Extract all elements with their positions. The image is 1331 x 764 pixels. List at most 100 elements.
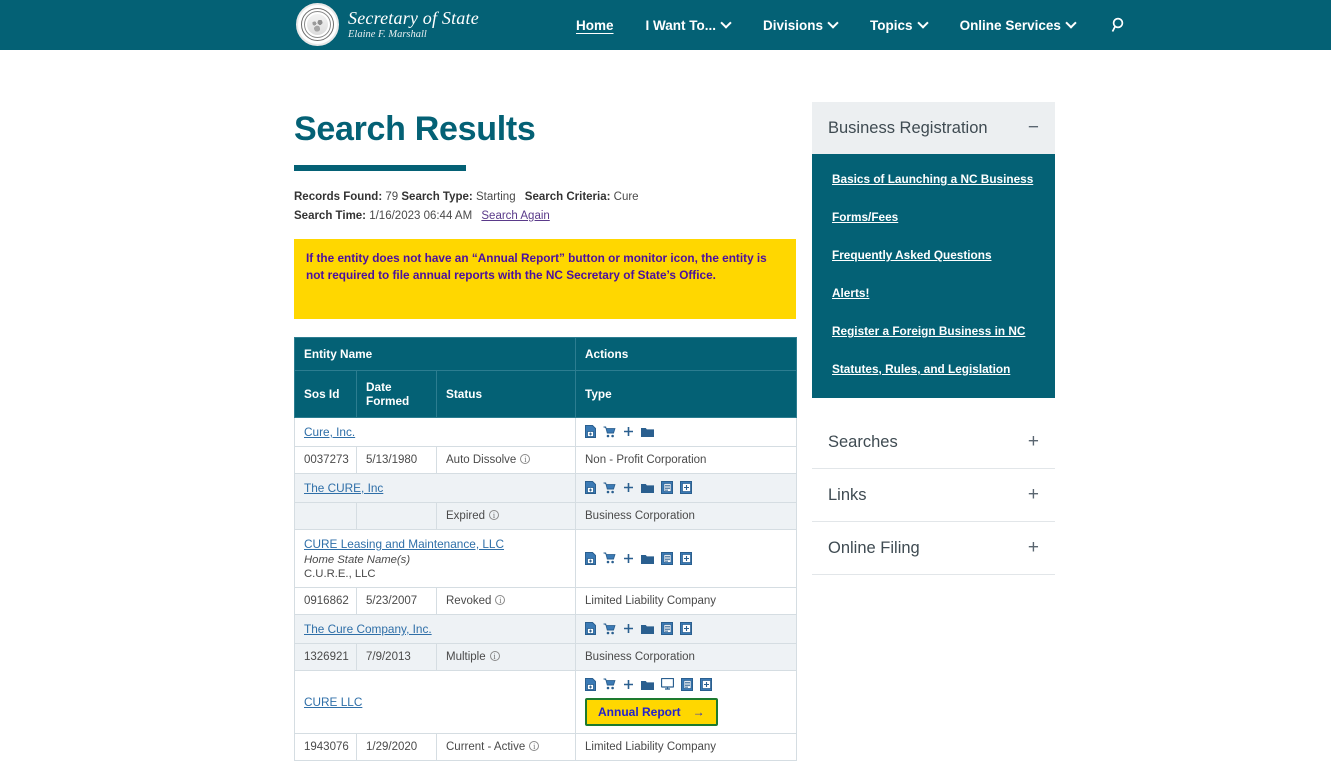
entity-name-link[interactable]: The CURE, Inc [304, 481, 383, 495]
table-row-entity: CURE LLC Annual Report → [294, 669, 797, 734]
accordion-links-header[interactable]: Links + [812, 469, 1055, 522]
sidebar-link[interactable]: Basics of Launching a NC Business [832, 172, 1035, 186]
info-icon[interactable]: i [489, 650, 500, 661]
chevron-down-icon [722, 19, 731, 28]
sidebar-link[interactable]: Statutes, Rules, and Legislation [832, 362, 1035, 376]
accordion-searches-header[interactable]: Searches + [812, 416, 1055, 469]
search-time-value: 1/16/2023 06:44 AM [369, 209, 473, 222]
accordion-title: Links [828, 485, 867, 504]
accordion-title: Searches [828, 432, 898, 451]
entity-name-link[interactable]: The Cure Company, Inc. [304, 622, 432, 636]
folder-icon[interactable] [641, 679, 654, 690]
brand-logo[interactable]: Secretary of State Elaine F. Marshall [296, 3, 479, 46]
file-add-icon[interactable] [585, 551, 596, 565]
nav-item-topics[interactable]: Topics [854, 0, 944, 50]
nav-item-i-want-to[interactable]: I Want To... [630, 0, 748, 50]
document-list-icon[interactable] [661, 551, 673, 565]
nav-item-online-services[interactable]: Online Services [944, 0, 1092, 50]
plus-icon[interactable] [623, 623, 634, 634]
annual-report-notice: If the entity does not have an “Annual R… [294, 238, 796, 319]
nav-item-divisions[interactable]: Divisions [747, 0, 854, 50]
info-icon[interactable]: i [489, 509, 499, 520]
entity-name-cell: The CURE, Inc [294, 472, 576, 503]
arrow-right-icon: → [692, 704, 705, 719]
entity-name-link[interactable]: CURE Leasing and Maintenance, LLC [304, 537, 504, 551]
sidebar-link[interactable]: Forms/Fees [832, 210, 1035, 224]
action-icon-bar [585, 677, 787, 691]
records-found-label: Records Found: [294, 191, 383, 203]
file-add-icon[interactable] [585, 622, 596, 636]
search-meta-line-2: Search Time: 1/16/2023 06:44 AM Search A… [294, 207, 796, 226]
folder-icon[interactable] [641, 426, 654, 438]
table-row-details: Expired i Business Corporation [294, 501, 797, 530]
document-add-icon[interactable] [680, 622, 692, 636]
sos-id-cell: 0916862 [294, 586, 357, 615]
shopping-cart-icon[interactable] [603, 678, 616, 690]
shopping-cart-icon[interactable] [603, 623, 616, 635]
actions-cell [575, 416, 797, 447]
table-header-row-2: Sos Id Date Formed Status Type [294, 369, 797, 418]
info-icon[interactable]: i [529, 740, 540, 751]
column-header-date-formed: Date Formed [356, 369, 437, 418]
date-formed-cell: 7/9/2013 [356, 642, 437, 671]
sos-id-cell: 1943076 [294, 732, 357, 761]
entity-name-link[interactable]: CURE LLC [304, 695, 362, 709]
nav-item-label: Home [576, 17, 614, 33]
shopping-cart-icon[interactable] [603, 426, 616, 438]
document-add-icon[interactable] [680, 481, 692, 495]
actions-cell [575, 528, 797, 588]
search-again-link[interactable]: Search Again [481, 210, 549, 222]
shopping-cart-icon[interactable] [603, 552, 616, 564]
status-text: Auto Dissolve [446, 453, 517, 466]
right-sidebar: Business Registration − Basics of Launch… [812, 102, 1055, 575]
sidebar-link[interactable]: Alerts! [832, 286, 1035, 300]
file-add-icon[interactable] [585, 425, 596, 439]
nav-item-home[interactable]: Home [560, 0, 630, 50]
monitor-icon[interactable] [660, 678, 675, 691]
accordion-business-registration-header[interactable]: Business Registration − [812, 102, 1055, 154]
document-list-icon[interactable] [661, 481, 673, 495]
status-cell: Expired i [436, 501, 576, 530]
annual-report-button[interactable]: Annual Report → [585, 697, 718, 726]
folder-icon[interactable] [641, 482, 654, 494]
document-list-icon[interactable] [681, 677, 693, 691]
column-header-sos-id: Sos Id [294, 369, 357, 418]
actions-cell [575, 613, 797, 644]
search-meta: Records Found: 79 Search Type: Starting … [294, 188, 796, 226]
nc-state-seal-icon [296, 3, 339, 46]
document-add-icon[interactable] [700, 677, 712, 691]
plus-icon[interactable] [623, 482, 634, 493]
date-formed-cell [356, 501, 437, 530]
status-cell: Current - Active i [436, 732, 576, 761]
plus-icon[interactable] [623, 426, 634, 437]
folder-icon[interactable] [641, 623, 654, 635]
entity-type-cell: Limited Liability Company [575, 586, 797, 615]
sidebar-link[interactable]: Frequently Asked Questions [832, 248, 1035, 262]
entity-name-cell: CURE LLC [294, 669, 576, 734]
folder-icon[interactable] [641, 553, 654, 564]
table-row-details: 1326921 7/9/2013 Multiple i Business Corpora… [294, 642, 797, 671]
entity-name-link[interactable]: Cure, Inc. [304, 425, 355, 439]
info-icon[interactable]: i [520, 453, 531, 464]
collapsed-accordion-list: Searches + Links + Online Filing + [812, 416, 1055, 575]
document-add-icon[interactable] [680, 551, 692, 565]
sidebar-link[interactable]: Register a Foreign Business in NC [832, 324, 1035, 338]
plus-icon[interactable] [623, 553, 634, 564]
chevron-down-icon [1067, 19, 1076, 28]
status-text: Revoked [446, 594, 492, 607]
file-add-icon[interactable] [585, 481, 596, 495]
plus-icon: + [1027, 484, 1039, 505]
accordion-online-filing-header[interactable]: Online Filing + [812, 522, 1055, 575]
search-icon[interactable] [1104, 0, 1136, 50]
plus-icon[interactable] [623, 679, 634, 690]
table-header-row-1: Entity Name Actions [294, 336, 797, 371]
shopping-cart-icon[interactable] [603, 482, 616, 494]
brand-line-2: Elaine F. Marshall [348, 28, 427, 40]
action-icon-bar [585, 481, 787, 495]
info-icon[interactable]: i [495, 594, 506, 605]
table-row-details: 0037273 5/13/1980 Auto Dissolve i Non - Prof… [294, 445, 797, 474]
search-results-table: Entity Name Actions Sos Id Date Formed S… [294, 336, 797, 761]
column-header-status: Status [436, 369, 576, 418]
document-list-icon[interactable] [661, 622, 673, 636]
file-add-icon[interactable] [585, 677, 596, 691]
